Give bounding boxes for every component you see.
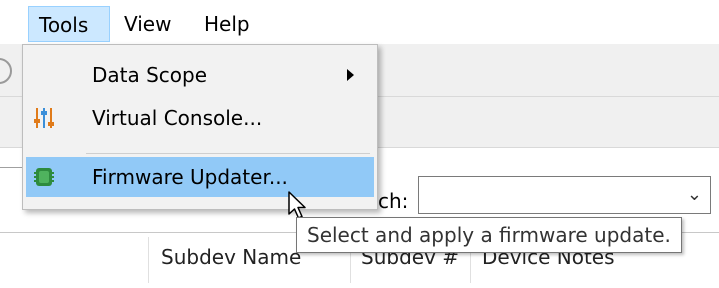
menu-item-virtual-console[interactable]: Virtual Console... bbox=[26, 98, 374, 138]
menu-item-firmware-updater[interactable]: Firmware Updater... bbox=[26, 157, 374, 197]
column-separator[interactable] bbox=[148, 237, 149, 283]
menu-item-label: Virtual Console... bbox=[92, 106, 263, 130]
menu-separator bbox=[86, 153, 370, 154]
chip-icon bbox=[34, 168, 54, 186]
tooltip: Select and apply a firmware update. bbox=[296, 217, 682, 253]
group-border-line bbox=[0, 167, 22, 168]
column-header-subdev-name[interactable]: Subdev Name bbox=[161, 245, 301, 269]
menu-view[interactable]: View bbox=[114, 6, 184, 42]
tools-dropdown-menu: Data Scope Virtual Console... Firmware U… bbox=[22, 44, 378, 210]
menu-item-label: Data Scope bbox=[92, 63, 208, 87]
menu-tools[interactable]: Tools bbox=[28, 6, 110, 42]
chevron-down-icon[interactable]: ⌄ bbox=[687, 184, 702, 205]
search-combobox[interactable]: ⌄ bbox=[418, 176, 711, 214]
submenu-arrow-icon bbox=[347, 69, 354, 81]
menu-bar: Tools View Help bbox=[0, 0, 719, 44]
menu-help[interactable]: Help bbox=[194, 6, 264, 42]
menu-item-label: Firmware Updater... bbox=[92, 165, 288, 189]
sliders-icon bbox=[34, 108, 54, 128]
search-label: ch: bbox=[378, 189, 409, 213]
menu-item-data-scope[interactable]: Data Scope bbox=[26, 55, 374, 95]
